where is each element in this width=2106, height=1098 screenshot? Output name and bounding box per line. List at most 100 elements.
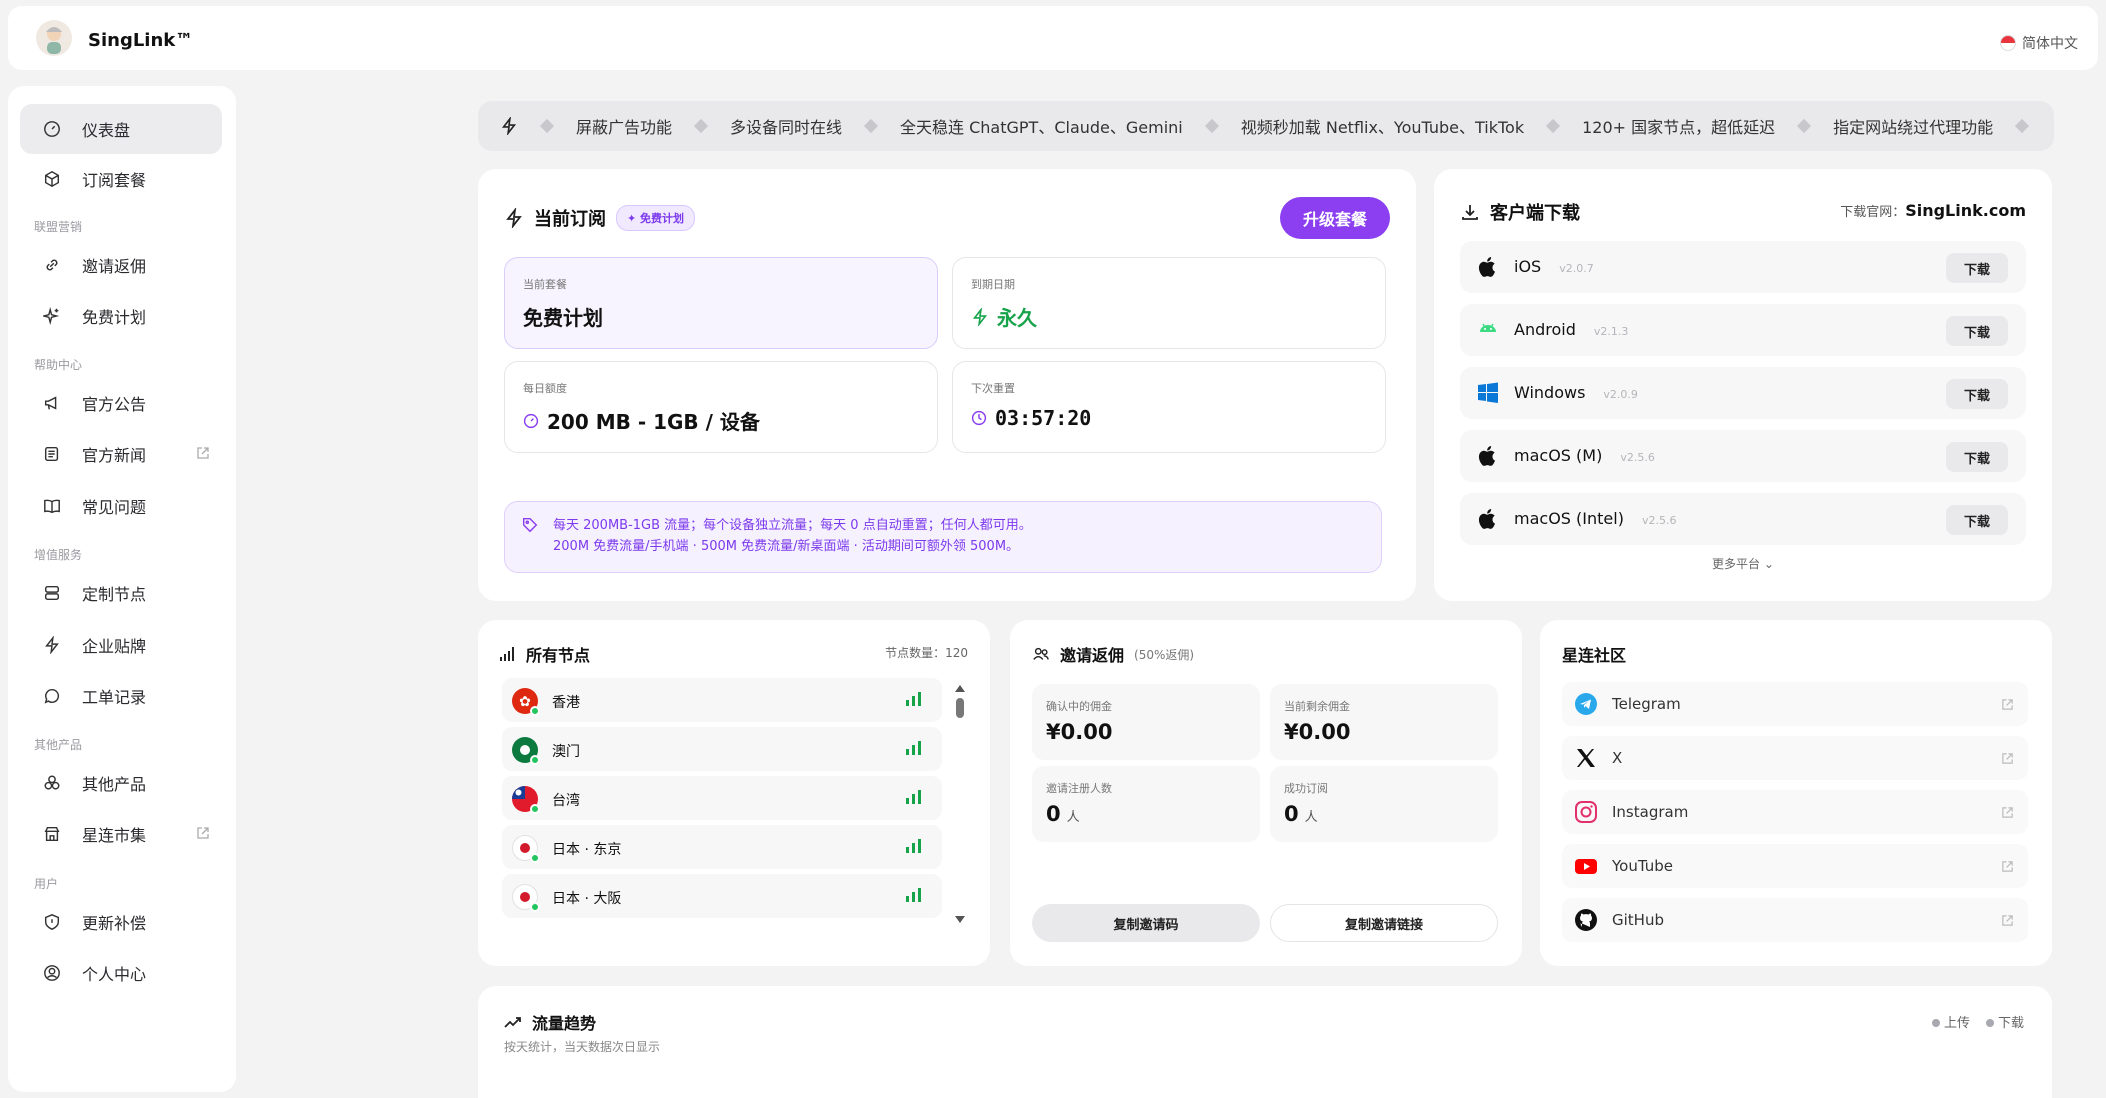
balance-label: 当前剩余佣金: [1284, 700, 1350, 713]
community-name: GitHub: [1612, 911, 1664, 929]
user-circle-icon: [42, 963, 62, 983]
node-row[interactable]: 台湾: [502, 776, 942, 820]
nodes-card: 所有节点 节点数量：120 ✿ 香港 澳门 台湾 日本 · 东京 日本 · 大阪: [478, 620, 990, 966]
sparkles-icon: [42, 306, 62, 326]
language-label: 简体中文: [2022, 36, 2078, 52]
sidebar-item-market[interactable]: 星连市集: [20, 809, 222, 859]
sidebar-item-invite[interactable]: 邀请返佣: [20, 240, 222, 290]
book-icon: [42, 496, 62, 516]
free-plan-badge: ✦ 免费计划: [616, 205, 696, 231]
sidebar-item-compensation[interactable]: 更新补偿: [20, 897, 222, 947]
upgrade-button[interactable]: 升级套餐: [1280, 197, 1390, 239]
subscription-card: 当前订阅 ✦ 免费计划 升级套餐 当前套餐 免费计划 到期日期 永久 每日额度 …: [478, 169, 1416, 601]
external-link-icon: [2002, 699, 2013, 710]
clock-icon: [971, 410, 987, 426]
download-button[interactable]: 下载: [1946, 442, 2008, 472]
client-row-ios: iOS v2.0.7 下载: [1460, 241, 2026, 293]
note-line-1: 每天 200MB-1GB 流量；每个设备独立流量；每天 0 点自动重置；任何人都…: [553, 518, 1032, 533]
download-button[interactable]: 下载: [1946, 253, 2008, 283]
users-icon: [1033, 647, 1049, 660]
chat-bubble-icon: [42, 686, 62, 706]
orders-box: 成功订阅 0人: [1270, 766, 1498, 842]
youtube-icon: [1575, 859, 1597, 874]
traffic-legend: 上传 下载: [1931, 1012, 2024, 1031]
plan-value: 免费计划: [523, 306, 603, 330]
community-link-telegram[interactable]: Telegram: [1562, 682, 2028, 726]
downloads-header: 客户端下载: [1460, 199, 1580, 225]
node-row[interactable]: ✿ 香港: [502, 678, 942, 722]
download-button[interactable]: 下载: [1946, 505, 2008, 535]
community-name: X: [1612, 749, 1623, 767]
nodes-title: 所有节点: [526, 646, 591, 665]
community-link-youtube[interactable]: YouTube: [1562, 844, 2028, 888]
invite-header: 邀请返佣 (50%返佣): [1032, 642, 1194, 666]
client-os: macOS (M) v2.5.6: [1514, 446, 1655, 465]
expiry-value: 永久: [971, 302, 1037, 331]
external-link-icon: [2002, 753, 2013, 764]
sidebar-item-custom-nodes[interactable]: 定制节点: [20, 568, 222, 618]
link-icon: [42, 255, 62, 275]
sidebar-item-dashboard[interactable]: 仪表盘: [20, 104, 222, 154]
sidebar-item-news[interactable]: 官方新闻: [20, 429, 222, 479]
megaphone-icon: [42, 393, 62, 413]
community-link-x[interactable]: X: [1562, 736, 2028, 780]
feature-ticker: 屏蔽广告功能 多设备同时在线 全天稳连 ChatGPT、Claude、Gemin…: [478, 101, 2054, 151]
language-switcher[interactable]: 简体中文: [2000, 33, 2078, 53]
note-line-2: 200M 免费流量/手机端 · 500M 免费流量/新桌面端 · 活动期间可额外…: [553, 539, 1020, 554]
node-list-scrollbar[interactable]: [954, 682, 966, 926]
shield-icon: [42, 912, 62, 932]
orders-value: 0人: [1284, 802, 1318, 826]
signal-strength-icon: [906, 839, 921, 853]
download-button[interactable]: 下载: [1946, 379, 2008, 409]
svg-text:✿: ✿: [519, 694, 531, 710]
gauge-icon: [42, 119, 62, 139]
reset-countdown: 03:57:20: [971, 406, 1091, 430]
package-icon: [42, 169, 62, 189]
external-link-icon: [197, 827, 209, 839]
downloads-title: 客户端下载: [1490, 203, 1580, 224]
download-button[interactable]: 下载: [1946, 316, 2008, 346]
ticker-item: 视频秒加载 Netflix、YouTube、TikTok: [1240, 118, 1525, 137]
client-row-windows: Windows v2.0.9 下载: [1460, 367, 2026, 419]
sidebar-item-plans[interactable]: 订阅套餐: [20, 154, 222, 204]
node-row[interactable]: 澳门: [502, 727, 942, 771]
node-row[interactable]: 日本 · 东京: [502, 825, 942, 869]
community-link-github[interactable]: GitHub: [1562, 898, 2028, 942]
sidebar-item-announcements[interactable]: 官方公告: [20, 378, 222, 428]
balance-commission-box: 当前剩余佣金 ¥0.00: [1270, 684, 1498, 760]
sidebar-item-free-plan[interactable]: 免费计划: [20, 291, 222, 341]
sidebar-item-profile[interactable]: 个人中心: [20, 948, 222, 998]
download-site[interactable]: 下载官网：SingLink.com: [1840, 201, 2026, 220]
newspaper-icon: [42, 444, 62, 464]
sidebar-item-other-products[interactable]: 其他产品: [20, 758, 222, 808]
apple-icon: [1478, 446, 1495, 466]
reset-box: 下次重置 03:57:20: [952, 361, 1386, 453]
node-name: 日本 · 东京: [552, 842, 622, 858]
brand-name[interactable]: SingLink™: [88, 30, 193, 51]
copy-invite-code-button[interactable]: 复制邀请码: [1032, 904, 1260, 942]
more-platforms-link[interactable]: 更多平台 ⌄: [1434, 555, 2052, 572]
legend-upload[interactable]: 上传: [1931, 1012, 1970, 1031]
sidebar-item-tickets[interactable]: 工单记录: [20, 671, 222, 721]
legend-download[interactable]: 下载: [1985, 1012, 2024, 1031]
windows-icon: [1478, 382, 1498, 403]
community-link-instagram[interactable]: Instagram: [1562, 790, 2028, 834]
github-icon: [1575, 909, 1597, 931]
current-plan-box: 当前套餐 免费计划: [504, 257, 938, 349]
sidebar-item-faq[interactable]: 常见问题: [20, 481, 222, 531]
telegram-icon: [1575, 693, 1597, 715]
client-os: Android v2.1.3: [1514, 320, 1629, 339]
scroll-up-icon: [955, 685, 965, 692]
client-row-macos-intel: macOS (Intel) v2.5.6 下载: [1460, 493, 2026, 545]
reg-value: 0人: [1046, 802, 1080, 826]
quota-value: 200 MB - 1GB / 设备: [523, 406, 760, 435]
quota-box: 每日额度 200 MB - 1GB / 设备: [504, 361, 938, 453]
sidebar-item-white-label[interactable]: 企业贴牌: [20, 620, 222, 670]
online-status-dot: [530, 755, 540, 765]
copy-invite-link-button[interactable]: 复制邀请链接: [1270, 904, 1498, 942]
diamond-separator: [1546, 118, 1561, 134]
gauge-icon: [523, 413, 539, 428]
brand-avatar[interactable]: [36, 20, 72, 56]
node-row[interactable]: 日本 · 大阪: [502, 874, 942, 918]
quota-label: 每日额度: [523, 382, 567, 395]
